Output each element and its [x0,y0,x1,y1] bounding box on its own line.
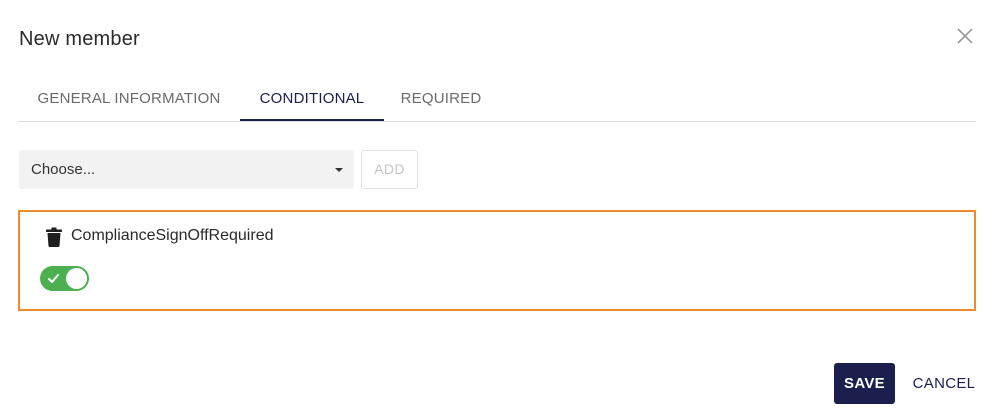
dialog-title: New member [19,28,140,50]
toggle-knob [66,268,87,289]
trash-icon[interactable] [46,227,62,247]
tab-required[interactable]: REQUIRED [384,78,498,121]
save-button[interactable]: SAVE [834,363,895,404]
close-icon[interactable] [953,24,977,48]
condition-name: ComplianceSignOffRequired [71,227,274,244]
tab-conditional[interactable]: CONDITIONAL [240,78,384,121]
add-condition-button[interactable]: ADD [361,150,418,189]
condition-enabled-toggle[interactable] [40,266,89,291]
caret-down-icon [335,168,343,172]
check-icon [48,274,59,283]
condition-select[interactable]: Choose... [19,150,354,189]
new-member-dialog: New member GENERAL INFORMATION CONDITION… [0,0,997,416]
tab-bar: GENERAL INFORMATION CONDITIONAL REQUIRED [18,78,976,122]
cancel-button[interactable]: CANCEL [905,363,983,404]
condition-select-value: Choose... [31,161,96,178]
tab-general-information[interactable]: GENERAL INFORMATION [18,78,240,121]
condition-item: ComplianceSignOffRequired [18,210,976,311]
